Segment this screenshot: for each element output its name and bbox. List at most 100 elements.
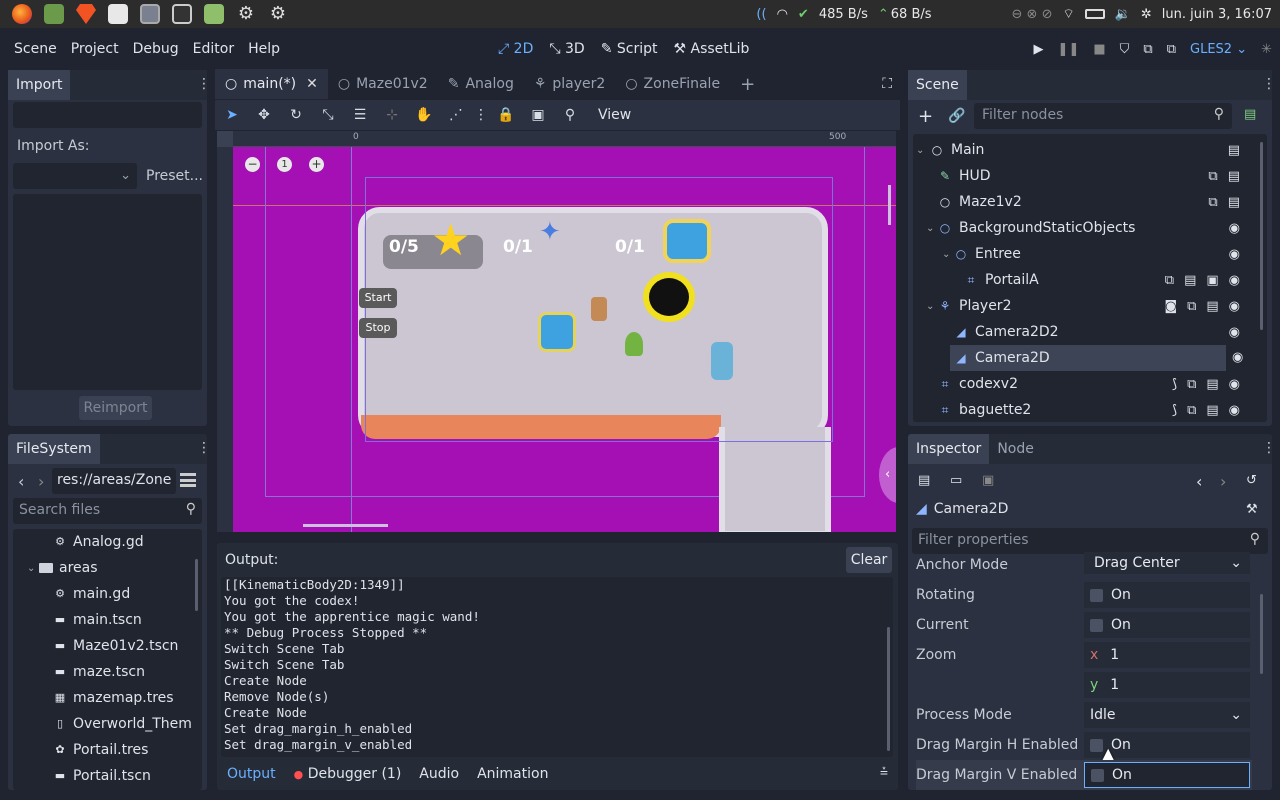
add-node-icon[interactable]: +	[918, 106, 933, 127]
wifi-icon[interactable]: ⌔	[1062, 6, 1074, 22]
tab-scene[interactable]: Scene	[908, 70, 967, 100]
tree-node-portaila[interactable]: ⌗ PortailA ⧉ ▤ ▣ ◉	[916, 267, 1246, 293]
clear-button[interactable]: Clear	[846, 547, 892, 573]
visibility-eye-icon[interactable]: ◉	[1229, 247, 1240, 262]
tab-filesystem[interactable]: FileSystem	[8, 434, 100, 464]
tree-node-hud[interactable]: ✎ HUD ⧉ ▤	[916, 163, 1246, 189]
zoom-y-field[interactable]: y1	[1084, 672, 1250, 698]
forward-arrow-icon[interactable]: ›	[38, 472, 44, 491]
view-menu[interactable]: View	[598, 107, 631, 123]
settings-gear-icon-2[interactable]: ⚙	[268, 4, 288, 24]
history-forward-icon[interactable]: ›	[1220, 472, 1226, 491]
current-checkbox[interactable]: On	[1084, 612, 1250, 638]
file-item[interactable]: ✿ Portail.tres	[13, 737, 202, 763]
rotating-checkbox[interactable]: On	[1084, 582, 1250, 608]
vertical-scrollbar[interactable]	[888, 185, 891, 225]
zoom-out-icon[interactable]: −	[245, 157, 260, 172]
firefox-icon[interactable]	[12, 4, 32, 24]
folder-item[interactable]: ⌄ areas	[13, 555, 202, 581]
mode-script-button[interactable]: ✎ Script	[601, 41, 658, 57]
preset-button[interactable]: Preset...	[146, 168, 203, 184]
tab-inspector[interactable]: Inspector	[908, 434, 990, 464]
add-tab-button[interactable]: +	[730, 69, 765, 99]
visibility-eye-icon[interactable]: ◉	[1229, 273, 1240, 288]
pan-tool-icon[interactable]: ✋	[412, 103, 436, 127]
tree-node-main[interactable]: ⌄ ○ Main ▤	[916, 137, 1246, 163]
visibility-eye-icon[interactable]: ◉	[1229, 221, 1240, 236]
script-icon[interactable]: ▤	[1206, 377, 1218, 392]
open-folder-icon[interactable]: ▭	[950, 473, 962, 488]
battery-icon[interactable]	[1084, 9, 1105, 19]
list-select-icon[interactable]: ☰	[348, 103, 372, 127]
file-item[interactable]: ⚙ main.gd	[13, 581, 202, 607]
script-icon[interactable]: ▤	[1228, 143, 1240, 158]
tree-node-backgroundstaticobjects[interactable]: ⌄ ○ BackgroundStaticObjects ◉	[916, 215, 1246, 241]
stop-icon[interactable]: ■	[1093, 42, 1105, 57]
reimport-button[interactable]: Reimport	[79, 396, 152, 420]
tab-import[interactable]: Import	[8, 70, 71, 100]
more-menu-icon[interactable]: ⋮	[1262, 76, 1276, 92]
file-list-scrollbar[interactable]	[195, 559, 198, 611]
attach-script-icon[interactable]: ▤	[1244, 107, 1256, 122]
visibility-eye-icon[interactable]: ◉	[1229, 299, 1240, 314]
group-icon[interactable]: ▣	[526, 103, 550, 127]
inspector-scrollbar[interactable]	[1260, 594, 1263, 674]
pause-icon[interactable]: ❚❚	[1058, 42, 1080, 57]
process-mode-select[interactable]: Idle ⌄	[1084, 702, 1250, 728]
close-icon[interactable]: ✕	[306, 76, 318, 92]
path-field[interactable]: res://areas/Zone	[52, 468, 176, 494]
mode-2d-button[interactable]: ⤢ 2D	[498, 41, 533, 57]
scene-tree-scrollbar[interactable]	[1260, 142, 1263, 330]
pivot-tool-icon[interactable]: ⊹	[380, 103, 404, 127]
more-menu-icon[interactable]: ⋮	[197, 76, 211, 92]
volume-icon[interactable]: 🔉	[1115, 7, 1131, 22]
object-tools-icon[interactable]: ⚒	[1246, 502, 1258, 517]
menu-project[interactable]: Project	[64, 41, 126, 57]
clock[interactable]: lun. juin 3, 16:07	[1162, 7, 1272, 22]
file-item[interactable]: ▬ Portail.tscn	[13, 763, 202, 789]
power-settings-icon[interactable]: ✲	[1141, 7, 1152, 22]
file-item[interactable]: ▬ maze.tscn	[13, 659, 202, 685]
script-icon[interactable]: ▤	[1228, 195, 1240, 210]
renderer-select[interactable]: GLES2 ⌄	[1190, 42, 1247, 57]
bone-icon[interactable]: ⚲	[558, 103, 582, 127]
tree-node-camera2d2[interactable]: ◢ Camera2D2 ◉	[916, 319, 1246, 345]
rotate-tool-icon[interactable]: ↻	[284, 103, 308, 127]
search-files-input[interactable]: Search files ⚲	[13, 498, 202, 524]
more-menu-icon[interactable]: ⋮	[474, 103, 488, 127]
back-arrow-icon[interactable]: ‹	[18, 472, 24, 491]
file-item[interactable]: ▬ main.tscn	[13, 607, 202, 633]
godot-help-icon[interactable]	[140, 4, 160, 24]
history-back-icon[interactable]: ‹	[1196, 472, 1202, 491]
new-resource-icon[interactable]: ▤	[918, 473, 930, 488]
visibility-eye-icon[interactable]: ◉	[1232, 350, 1243, 365]
group-icon[interactable]: ▣	[1206, 273, 1218, 288]
play-custom-icon[interactable]: ⧉	[1167, 42, 1176, 57]
select-tool-icon[interactable]: ➤	[220, 103, 244, 127]
file-item[interactable]: ▦ mazemap.tres	[13, 685, 202, 711]
menu-editor[interactable]: Editor	[186, 41, 241, 57]
file-item[interactable]: ▬ Maze01v2.tscn	[13, 633, 202, 659]
tab-animation[interactable]: Animation	[477, 766, 548, 782]
output-scrollbar[interactable]	[887, 627, 890, 751]
mode-3d-button[interactable]: ⤡ 3D	[549, 41, 584, 57]
zoom-x-field[interactable]: x1	[1084, 642, 1250, 668]
filter-nodes-input[interactable]: Filter nodes ⚲	[974, 103, 1232, 129]
play-icon[interactable]: ▶	[1034, 42, 1044, 57]
stop-button[interactable]: Stop	[359, 318, 397, 338]
script-icon[interactable]: ▤	[1228, 169, 1240, 184]
signal-icon[interactable]: ◙	[1164, 299, 1177, 314]
instance-icon[interactable]: ⧉	[1187, 403, 1196, 418]
instance-icon[interactable]: ⧉	[1208, 195, 1217, 210]
image-viewer-icon[interactable]	[44, 4, 64, 24]
fullscreen-icon[interactable]: ⛶	[882, 76, 892, 92]
terminal-icon[interactable]	[172, 4, 192, 24]
settings-gear-icon[interactable]: ⚙	[236, 4, 256, 24]
tab-output[interactable]: Output	[227, 766, 276, 782]
play-current-icon[interactable]: ⧉	[1143, 42, 1152, 57]
horizontal-scrollbar[interactable]	[303, 524, 388, 527]
drag-margin-v-checkbox[interactable]: On	[1084, 762, 1250, 788]
snap-icon[interactable]: ⋰	[444, 103, 468, 127]
tree-node-baguette2[interactable]: ⌗ baguette2 ⟆ ⧉ ▤ ◉	[916, 397, 1246, 423]
tree-node-maze1v2[interactable]: ○ Maze1v2 ⧉ ▤	[916, 189, 1246, 215]
